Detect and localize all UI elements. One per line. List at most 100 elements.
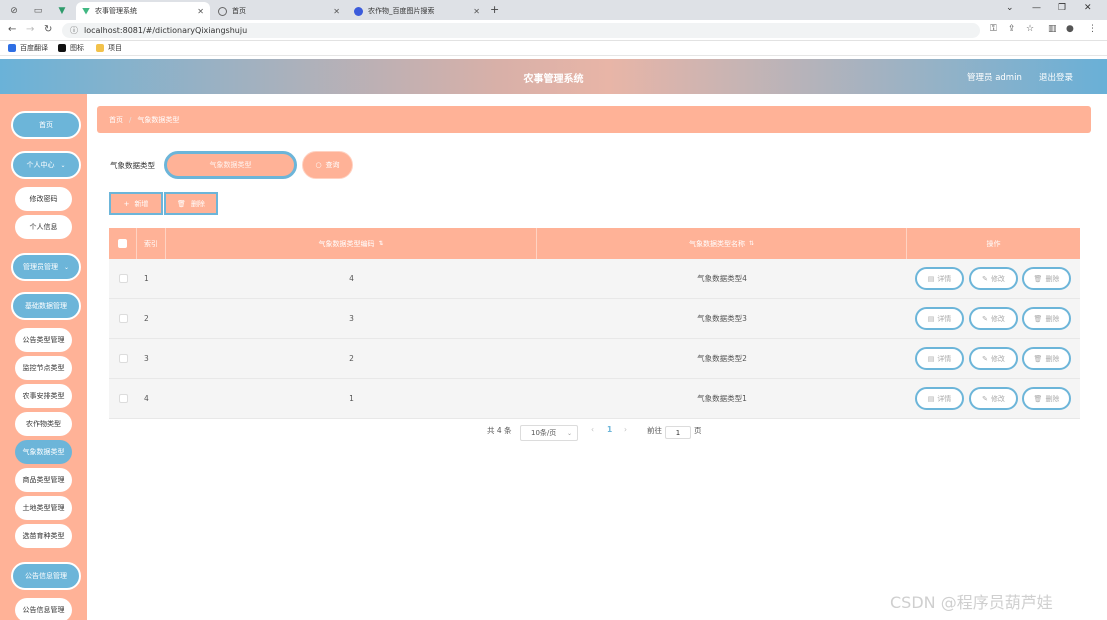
sort-icon[interactable]: ⇅: [749, 240, 754, 247]
prev-page-icon[interactable]: ‹: [591, 425, 594, 434]
sidebar-item-change-password[interactable]: 修改密码: [15, 187, 72, 211]
delete-button[interactable]: 🗑 删除: [1022, 267, 1071, 290]
cell-name: 气象数据类型4: [697, 274, 747, 283]
row-checkbox[interactable]: [118, 354, 128, 363]
app-header: 农事管理系统 管理员 admin 退出登录: [0, 59, 1107, 94]
sidebar-item-monitor-node-type[interactable]: 监控节点类型: [15, 356, 72, 380]
tab-title: 农事管理系统: [95, 7, 137, 15]
sidebar-item-personal-center[interactable]: 个人中心 ⌄: [11, 151, 81, 179]
batch-delete-button[interactable]: 🗑 删除: [164, 192, 218, 215]
sort-icon[interactable]: ⇅: [378, 240, 383, 247]
detail-button[interactable]: ▤ 详情: [915, 347, 964, 370]
page-size-select[interactable]: 10条/页 ⌄: [520, 425, 578, 441]
detail-button[interactable]: ▤ 详情: [915, 267, 964, 290]
goto-page-input[interactable]: 1: [665, 426, 691, 439]
sidebar-item-seedling-type[interactable]: 选苗育种类型: [15, 524, 72, 548]
row-checkbox-cell: [109, 379, 137, 418]
tab-title: 首页: [232, 7, 246, 15]
tab-home[interactable]: 首页 ✕: [212, 2, 346, 20]
row-checkbox[interactable]: [118, 394, 128, 403]
trash-icon: 🗑: [1033, 314, 1043, 323]
edit-icon: ✎: [982, 394, 988, 403]
edit-button[interactable]: ✎ 修改: [969, 347, 1018, 370]
bookmark-projects[interactable]: 项目: [96, 43, 122, 53]
delete-button[interactable]: 🗑 删除: [1022, 307, 1071, 330]
delete-button[interactable]: 🗑 删除: [1022, 387, 1071, 410]
row-checkbox[interactable]: [118, 274, 128, 283]
next-page-icon[interactable]: ›: [624, 425, 627, 434]
search-icon: ○: [315, 161, 322, 169]
globe-icon: [218, 6, 227, 16]
close-tab-icon[interactable]: ✕: [197, 7, 204, 16]
detail-button[interactable]: ▤ 详情: [915, 307, 964, 330]
sidebar-item-weather-data-type[interactable]: 气象数据类型: [15, 440, 72, 464]
edit-button[interactable]: ✎ 修改: [969, 307, 1018, 330]
row-checkbox-cell: [109, 299, 137, 338]
reload-icon[interactable]: ↻: [44, 24, 52, 35]
cell-name: 气象数据类型3: [697, 314, 747, 323]
table-row: 3 2 气象数据类型2 ▤ 详情 ✎ 修改 🗑 删除: [109, 339, 1080, 379]
delete-button[interactable]: 🗑 删除: [1022, 347, 1071, 370]
share-icon[interactable]: ⇪: [1008, 24, 1016, 34]
url-text: localhost:8081/#/dictionaryQixiangshuju: [84, 26, 248, 35]
select-all-checkbox[interactable]: [118, 239, 127, 248]
tab-search-icon[interactable]: ⌄: [1006, 3, 1014, 13]
page-number-current[interactable]: 1: [607, 425, 612, 434]
query-button[interactable]: ○ 查询: [302, 151, 353, 179]
cell-index: 1: [144, 274, 149, 283]
new-tab-button[interactable]: +: [490, 3, 499, 16]
edit-button[interactable]: ✎ 修改: [969, 267, 1018, 290]
sidebar-item-basic-data[interactable]: 基础数据管理: [11, 292, 81, 320]
bookmark-translate[interactable]: 百度翻译: [8, 43, 48, 53]
forward-icon[interactable]: →: [26, 24, 34, 35]
column-header-actions: 操作: [986, 239, 1001, 248]
sidebar-item-crop-type[interactable]: 农作物类型: [15, 412, 72, 436]
info-icon[interactable]: ⓘ: [70, 25, 78, 36]
tab-active[interactable]: 农事管理系统 ✕: [76, 2, 210, 20]
sidebar-item-admin-management[interactable]: 管理员管理 ⌄: [11, 253, 81, 281]
sidebar-item-personal-info[interactable]: 个人信息: [15, 215, 72, 239]
key-icon[interactable]: ⚿: [990, 24, 997, 34]
tab-baidu[interactable]: 农作物_百度图片搜索 ✕: [348, 2, 486, 20]
edit-button[interactable]: ✎ 修改: [969, 387, 1018, 410]
bookmark-icons[interactable]: 图标: [58, 43, 84, 53]
column-header-name[interactable]: 气象数据类型名称 ⇅: [537, 228, 907, 259]
restore-icon[interactable]: ❐: [1058, 3, 1066, 13]
cell-code: 1: [349, 394, 354, 403]
sidebar-item-notice-info[interactable]: 公告信息管理: [15, 598, 72, 620]
sidebar-item-product-type[interactable]: 商品类型管理: [15, 468, 72, 492]
page-suffix: 页: [694, 426, 702, 435]
close-tab-icon[interactable]: ✕: [473, 7, 480, 16]
pinned-tab-2[interactable]: ▭: [28, 2, 48, 20]
sidebar-item-home[interactable]: 首页: [11, 111, 81, 139]
vue-icon: [82, 7, 90, 15]
close-tab-icon[interactable]: ✕: [333, 7, 340, 16]
edit-icon: ✎: [982, 274, 988, 283]
breadcrumb-separator: /: [129, 115, 132, 124]
close-window-icon[interactable]: ✕: [1084, 3, 1092, 13]
back-icon[interactable]: ←: [8, 24, 16, 35]
pinned-tab-3[interactable]: ▼: [52, 2, 72, 20]
pinned-tab-1[interactable]: ⊘: [4, 2, 24, 20]
add-button[interactable]: + 新增: [109, 192, 163, 215]
column-header-code[interactable]: 气象数据类型编码 ⇅: [166, 228, 537, 259]
row-checkbox[interactable]: [118, 314, 128, 323]
logout-link[interactable]: 退出登录: [1039, 71, 1073, 83]
profile-icon[interactable]: ●: [1066, 24, 1074, 34]
breadcrumb-home[interactable]: 首页: [109, 115, 123, 125]
breadcrumb-current: 气象数据类型: [137, 115, 180, 124]
sidebar-item-notice-type[interactable]: 公告类型管理: [15, 328, 72, 352]
star-icon[interactable]: ☆: [1026, 24, 1034, 34]
search-input[interactable]: [164, 151, 297, 179]
baidu-icon: [354, 6, 363, 16]
tab-title: 农作物_百度图片搜索: [368, 7, 435, 15]
sidebar-item-notice-management[interactable]: 公告信息管理: [11, 562, 81, 590]
cell-index: 3: [144, 354, 149, 363]
url-field[interactable]: ⓘ localhost:8081/#/dictionaryQixiangshuj…: [62, 23, 980, 38]
detail-button[interactable]: ▤ 详情: [915, 387, 964, 410]
sidepanel-icon[interactable]: ▥: [1048, 24, 1057, 34]
sidebar-item-land-type[interactable]: 土地类型管理: [15, 496, 72, 520]
sidebar-item-farm-schedule-type[interactable]: 农事安排类型: [15, 384, 72, 408]
minimize-icon[interactable]: —: [1032, 3, 1041, 13]
menu-icon[interactable]: ⋮: [1088, 24, 1097, 34]
